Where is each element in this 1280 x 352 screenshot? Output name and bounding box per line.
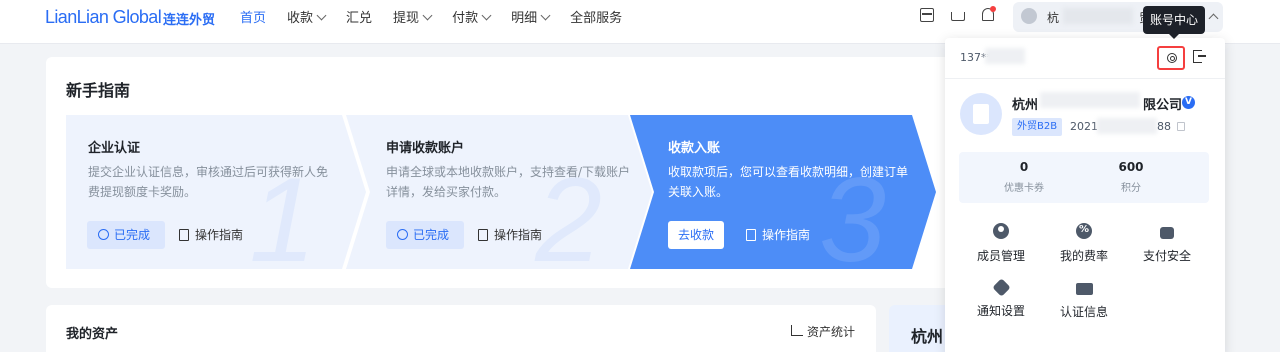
- play-doc-icon: [478, 229, 488, 241]
- nav-item-withdraw[interactable]: 提现: [393, 7, 433, 26]
- step-3-desc: 收取款项后，您可以查看收款明细，创建订单关联入账。: [668, 165, 909, 199]
- gear-icon: [1167, 53, 1177, 63]
- step-3-title: 收款入账: [668, 141, 721, 156]
- nav-item-home[interactable]: 首页: [240, 7, 266, 26]
- notification-settings-icon: [991, 278, 1011, 297]
- chevron-down-icon: [422, 10, 433, 20]
- brand-logo[interactable]: LianLian Global: [45, 7, 162, 28]
- rate-icon: [1076, 223, 1092, 239]
- points-count: 600: [1118, 160, 1144, 174]
- step-1-done-button[interactable]: 已完成: [87, 221, 165, 249]
- company-card-label: 杭州: [911, 327, 944, 346]
- company-avatar: [960, 93, 1002, 135]
- step-2-title: 申请收款账户: [386, 141, 465, 156]
- guide-step-2: 2 申请收款账户 申请全球或本地收款账户，支持查看/下载账户详情，发给买家付款。…: [346, 115, 652, 287]
- step-1-status: 已完成: [114, 228, 151, 242]
- menu-my-rates[interactable]: 我的费率: [1049, 223, 1119, 264]
- play-doc-icon: [746, 229, 756, 241]
- chevron-down-icon: [316, 10, 327, 20]
- chevron-down-icon: [481, 10, 492, 20]
- redacted-phone: [985, 48, 1025, 64]
- brand-logo-cn[interactable]: 连连外贸: [163, 9, 215, 28]
- step-2-done-button[interactable]: 已完成: [386, 221, 464, 249]
- coupon-count: 0: [1019, 160, 1029, 174]
- user-group-icon: [993, 223, 1009, 239]
- redacted-company-id: [1097, 118, 1157, 134]
- avatar: [1021, 8, 1037, 24]
- step-3-guide-link[interactable]: 操作指南: [746, 221, 810, 249]
- points-label: 积分: [1121, 183, 1141, 194]
- verified-badge-icon: V: [1182, 96, 1195, 109]
- tooltip-arrow: [1169, 34, 1179, 39]
- nav-item-exchange[interactable]: 汇兑: [346, 7, 372, 26]
- points-stat[interactable]: 600 积分: [1081, 160, 1181, 194]
- header-icons: [920, 6, 1011, 22]
- guide-title: 新手指南: [66, 81, 131, 100]
- check-circle-icon: [397, 229, 408, 240]
- crown-icon[interactable]: [951, 12, 965, 21]
- coupon-label: 优惠卡券: [1004, 183, 1044, 194]
- nav-item-pay[interactable]: 付款: [452, 7, 492, 26]
- account-stats: 0 优惠卡券 600 积分: [959, 152, 1209, 203]
- chevron-up-icon: [1208, 13, 1219, 24]
- menu-member-management[interactable]: 成员管理: [966, 223, 1036, 264]
- menu-notification-settings[interactable]: 通知设置: [966, 278, 1036, 319]
- step-1-guide-link[interactable]: 操作指南: [179, 221, 243, 249]
- coupon-stat[interactable]: 0 优惠卡券: [974, 160, 1074, 194]
- redacted-company-name: [1040, 92, 1140, 108]
- company-id-suffix: 88: [1157, 120, 1171, 133]
- chart-icon: [791, 325, 803, 336]
- company-name-suffix: 限公司: [1143, 98, 1183, 113]
- step-2-guide-link[interactable]: 操作指南: [478, 221, 542, 249]
- nav-item-details[interactable]: 明细: [511, 7, 551, 26]
- assets-title: 我的资产: [66, 327, 119, 342]
- go-collect-button[interactable]: 去收款: [668, 221, 724, 249]
- redacted-user-name: [1063, 8, 1133, 24]
- account-center-tooltip: 账号中心: [1143, 6, 1205, 39]
- company-id-prefix: 2021: [1070, 120, 1098, 133]
- menu-certification-info[interactable]: 认证信息: [1049, 281, 1119, 320]
- notification-dot: [990, 6, 996, 12]
- copy-icon[interactable]: [1177, 122, 1185, 131]
- logout-icon[interactable]: [1193, 50, 1206, 63]
- bell-icon[interactable]: [982, 6, 996, 21]
- chevron-down-icon: [540, 10, 551, 20]
- book-icon[interactable]: [920, 8, 934, 22]
- beginner-guide-card: 新手指南 1 企业认证 提交企业认证信息，审核通过后可获得新人免费提现额度卡奖励…: [46, 57, 952, 288]
- account-center-button[interactable]: [1157, 46, 1185, 70]
- guide-step-1: 1 企业认证 提交企业认证信息，审核通过后可获得新人免费提现额度卡奖励。 已完成…: [66, 115, 366, 287]
- account-dropdown-panel: 137** 杭州 限公司 V 外贸B2B 2021 88 0 优惠卡券 600 …: [945, 38, 1225, 352]
- step-1-desc: 提交企业认证信息，审核通过后可获得新人免费提现额度卡奖励。: [88, 165, 329, 199]
- nav-item-all-services[interactable]: 全部服务: [570, 7, 622, 26]
- lock-icon: [1160, 227, 1174, 239]
- play-doc-icon: [179, 229, 189, 241]
- user-name-prefix: 杭: [1047, 11, 1060, 25]
- step-1-title: 企业认证: [88, 141, 141, 156]
- company-name-prefix: 杭州: [1012, 98, 1039, 113]
- step-2-status: 已完成: [413, 228, 450, 242]
- asset-stats-link[interactable]: 资产统计: [791, 323, 855, 340]
- divider: [945, 78, 1225, 79]
- check-circle-icon: [98, 229, 109, 240]
- nav-item-receive[interactable]: 收款: [287, 7, 327, 26]
- my-assets-card: 我的资产 资产统计: [46, 305, 876, 352]
- step-2-desc: 申请全球或本地收款账户，支持查看/下载账户详情，发给买家付款。: [386, 165, 631, 199]
- guide-step-3: 3 收款入账 收取款项后，您可以查看收款明细，创建订单关联入账。 去收款 操作指…: [630, 115, 936, 287]
- certification-icon: [1075, 283, 1093, 295]
- main-nav: 首页 收款 汇兑 提现 付款 明细 全部服务: [240, 7, 643, 26]
- b2b-tag: 外贸B2B: [1012, 118, 1063, 136]
- menu-payment-security[interactable]: 支付安全: [1132, 223, 1202, 264]
